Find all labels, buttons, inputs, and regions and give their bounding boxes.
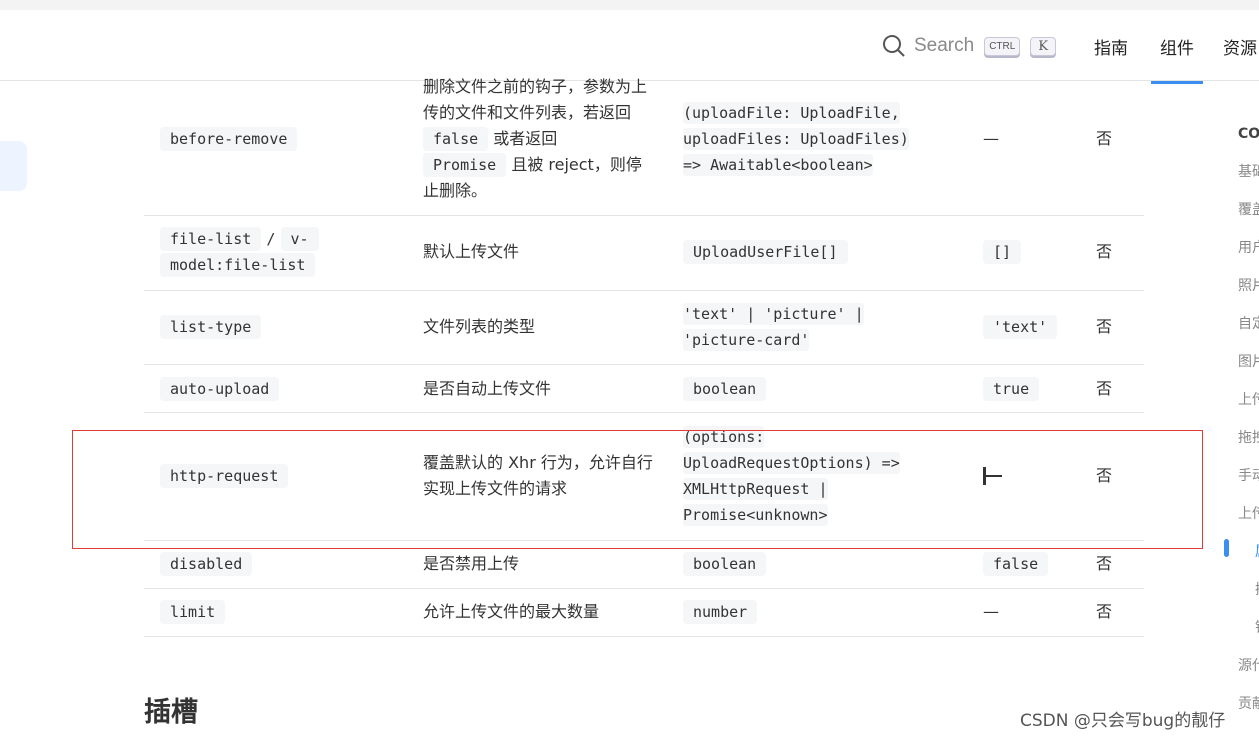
toc-title: CO bbox=[1238, 126, 1259, 142]
code-promise: Promise bbox=[423, 153, 507, 177]
prop-required: 否 bbox=[1096, 602, 1113, 621]
table-row: before-remove 删除文件之前的钩子，参数为上传的文件和文件列表，若返… bbox=[144, 70, 1144, 216]
prop-desc: 删除文件之前的钩子，参数为上传的文件和文件列表，若返回 false 或者返回 Pr… bbox=[423, 74, 653, 204]
toc-item-active[interactable]: 属性 bbox=[1238, 538, 1259, 576]
prop-default: — bbox=[983, 602, 999, 621]
kbd-k: K bbox=[1030, 36, 1057, 56]
prop-type: boolean bbox=[683, 552, 767, 576]
type-line: => Awaitable<boolean> bbox=[683, 154, 873, 176]
toc-item[interactable]: 上传 bbox=[1238, 386, 1259, 424]
table-of-contents: CO 基础 覆盖 用户 照片 自定 图片 上传 拖拽 手动 上传 属性 插 钩 … bbox=[1238, 120, 1259, 728]
toc-item[interactable]: 插 bbox=[1238, 576, 1259, 614]
sidebar-active-item[interactable] bbox=[0, 141, 27, 191]
toc-item[interactable]: 基础 bbox=[1238, 158, 1259, 196]
type-line: 'text' | 'picture' | bbox=[683, 303, 864, 325]
toc-item[interactable]: 源代 bbox=[1238, 652, 1259, 690]
prop-name: model:file-list bbox=[160, 253, 316, 277]
table-row: auto-upload 是否自动上传文件 boolean true 否 bbox=[144, 365, 1144, 413]
prop-desc: 是否禁用上传 bbox=[423, 554, 520, 573]
prop-default: [] bbox=[983, 240, 1022, 264]
toc-item[interactable]: 贡献 bbox=[1238, 690, 1259, 728]
prop-default: false bbox=[983, 552, 1049, 576]
prop-name: disabled bbox=[160, 552, 253, 576]
search-button[interactable]: Search CTRL K bbox=[882, 34, 1057, 58]
prop-required: 否 bbox=[1096, 129, 1113, 148]
table-row: list-type 文件列表的类型 'text' | 'picture' | 'p… bbox=[144, 291, 1144, 365]
toc-item[interactable]: 拖拽 bbox=[1238, 424, 1259, 462]
nav-guide[interactable]: 指南 bbox=[1094, 34, 1128, 59]
prop-default: — bbox=[983, 129, 999, 148]
toc-active-indicator bbox=[1224, 539, 1229, 557]
browser-top-strip bbox=[0, 0, 1259, 10]
nav-resources[interactable]: 资源 bbox=[1223, 34, 1259, 59]
search-label: Search bbox=[914, 35, 975, 56]
prop-name: limit bbox=[160, 600, 226, 624]
type-line: (uploadFile: UploadFile, bbox=[683, 102, 900, 124]
toc-item[interactable]: 用户 bbox=[1238, 234, 1259, 272]
toc-item[interactable]: 照片 bbox=[1238, 272, 1259, 310]
nav-components[interactable]: 组件 bbox=[1151, 34, 1203, 84]
table-row: file-list / v-model:file-list 默认上传文件 Upl… bbox=[144, 216, 1144, 291]
section-heading: 插槽 bbox=[144, 697, 198, 728]
prop-name: auto-upload bbox=[160, 377, 280, 401]
toc-item[interactable]: 手动 bbox=[1238, 462, 1259, 500]
prop-name: v- bbox=[280, 227, 319, 251]
search-icon bbox=[883, 35, 905, 57]
separator: / bbox=[266, 230, 276, 248]
prop-desc: 文件列表的类型 bbox=[423, 317, 536, 336]
desc-text: 删除文件之前的钩子，参数为上传的文件和文件列表，若返回 bbox=[423, 77, 648, 122]
prop-type: number bbox=[683, 600, 758, 624]
code-false: false bbox=[423, 127, 489, 151]
type-line: 'picture-card' bbox=[683, 329, 810, 351]
highlight-box bbox=[72, 430, 1203, 549]
toc-item[interactable]: 图片 bbox=[1238, 348, 1259, 386]
prop-default: true bbox=[983, 377, 1040, 401]
table-row: limit 允许上传文件的最大数量 number — 否 bbox=[144, 589, 1144, 637]
prop-type: 'text' | 'picture' | 'picture-card' bbox=[683, 301, 953, 353]
prop-required: 否 bbox=[1096, 317, 1113, 336]
watermark: CSDN @只会写bug的靓仔 bbox=[1020, 711, 1226, 731]
desc-text: 或者返回 bbox=[493, 129, 558, 148]
kbd-ctrl: CTRL bbox=[984, 36, 1021, 56]
prop-required: 否 bbox=[1096, 554, 1113, 573]
prop-type: boolean bbox=[683, 377, 767, 401]
type-line: uploadFiles: UploadFiles) bbox=[683, 128, 909, 150]
prop-default: 'text' bbox=[983, 315, 1058, 339]
toc-item[interactable]: 覆盖 bbox=[1238, 196, 1259, 234]
prop-name: list-type bbox=[160, 315, 262, 339]
prop-desc: 默认上传文件 bbox=[423, 242, 520, 261]
prop-name: file-list bbox=[160, 227, 262, 251]
toc-item[interactable]: 钩 bbox=[1238, 614, 1259, 652]
prop-desc: 允许上传文件的最大数量 bbox=[423, 602, 600, 621]
toc-item[interactable]: 上传 bbox=[1238, 500, 1259, 538]
toc-item[interactable]: 自定 bbox=[1238, 310, 1259, 348]
prop-desc: 是否自动上传文件 bbox=[423, 379, 552, 398]
prop-required: 否 bbox=[1096, 242, 1113, 261]
prop-name: before-remove bbox=[160, 127, 298, 151]
prop-type: UploadUserFile[] bbox=[683, 240, 848, 264]
prop-required: 否 bbox=[1096, 379, 1113, 398]
prop-type: (uploadFile: UploadFile, uploadFiles: Upl… bbox=[683, 100, 953, 178]
